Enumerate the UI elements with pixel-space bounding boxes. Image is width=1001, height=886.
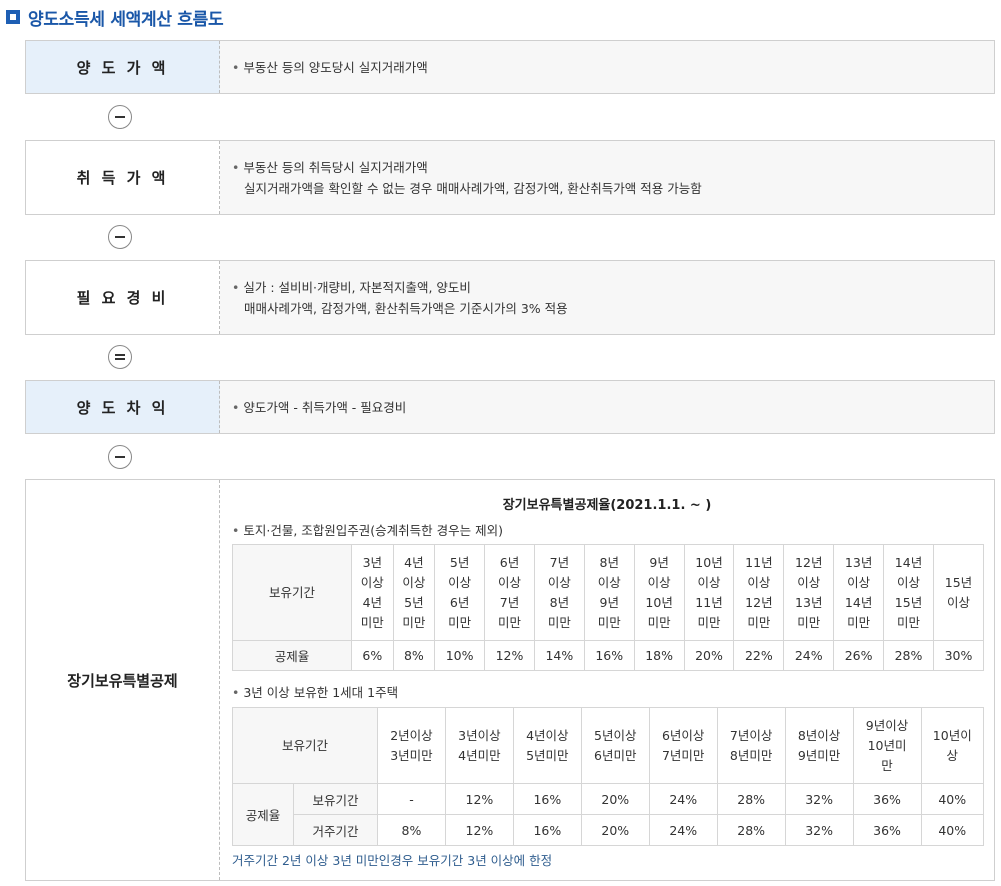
- minus-operator-icon: [108, 225, 132, 249]
- period-cell: 10년 이상 11년 미만: [683, 544, 735, 641]
- period-cell: 12년 이상 13년 미만: [783, 544, 835, 641]
- description-line: 양도가액 - 취득가액 - 필요경비: [232, 397, 994, 418]
- flow-label: 양 도 가 액: [26, 41, 220, 93]
- general-rate-table: 보유기간 3년 이상 4년 미만 4년 이상 5년 미만 5년 이상 6년 미만 6년 이상 7년 미만…: [232, 544, 985, 671]
- period-cell: 13년 이상 14년 미만: [833, 544, 885, 641]
- flow-label: 필 요 경 비: [26, 261, 220, 334]
- flow-label: 장기보유특별공제: [26, 480, 220, 880]
- description-line: 매매사례가액, 감정가액, 환산취득가액은 기준시가의 3% 적용: [244, 300, 568, 316]
- rate-cell: -: [377, 783, 446, 815]
- rate-cell: 24%: [648, 814, 718, 846]
- rate-cell: 36%: [852, 814, 922, 846]
- flow-description: 부동산 등의 취득당시 실지거래가액 실지거래가액을 확인할 수 없는 경우 매…: [220, 141, 994, 214]
- deduction-note: 거주기간 2년 이상 3년 미만인경우 보유기간 3년 이상에 한정: [232, 853, 553, 868]
- flow-box-transfer-price: 양 도 가 액 부동산 등의 양도당시 실지거래가액: [25, 40, 995, 94]
- rate-cell: 32%: [784, 783, 854, 815]
- period-cell: 8년이상9년미만: [583, 544, 635, 641]
- rate-header: 공제율: [232, 640, 352, 671]
- period-cell: 4년이상5년미만: [392, 544, 436, 641]
- residence-period-label: 거주기간: [293, 814, 378, 846]
- rate-cell: 16%: [512, 783, 582, 815]
- rate-cell: 8%: [392, 640, 436, 671]
- description-line: 부동산 등의 취득당시 실지거래가액: [232, 157, 994, 178]
- period-cell: 7년이상8년미만: [533, 544, 585, 641]
- period-cell: 11년 이상 12년 미만: [733, 544, 785, 641]
- rate-header: 공제율: [232, 783, 294, 846]
- rate-cell: 12%: [484, 640, 535, 671]
- rate-cell: 8%: [377, 814, 446, 846]
- rate-cell: 20%: [580, 814, 650, 846]
- rate-cell: 26%: [833, 640, 885, 671]
- minus-operator-icon: [108, 105, 132, 129]
- flow-label: 취 득 가 액: [26, 141, 220, 214]
- period-cell: 2년이상 3년미만: [377, 707, 446, 784]
- rate-cell: 16%: [512, 814, 582, 846]
- flow-description: 부동산 등의 양도당시 실지거래가액: [220, 41, 994, 93]
- square-bullet-icon: [6, 10, 20, 24]
- flow-box-transfer-gain: 양 도 차 익 양도가액 - 취득가액 - 필요경비: [25, 380, 995, 434]
- period-cell: 6년이상7년미만: [648, 707, 718, 784]
- one-house-rate-table: 보유기간 2년이상 3년미만 3년이상 4년미만 4년이상 5년미만 5년이상 6년미만…: [232, 707, 984, 846]
- section-heading: 토지·건물, 조합원입주권(승계취득한 경우는 제외): [232, 520, 503, 539]
- description-line: 실지거래가액을 확인할 수 없는 경우 매매사례가액, 감정가액, 환산취득가액…: [244, 180, 702, 196]
- rate-cell: 16%: [583, 640, 635, 671]
- rate-cell: 40%: [920, 783, 984, 815]
- period-cell: 15년 이상: [932, 544, 985, 641]
- page-title-row: 양도소득세 세액계산 흐름도: [6, 4, 224, 30]
- rate-cell: 22%: [733, 640, 785, 671]
- rate-cell: 24%: [648, 783, 718, 815]
- rate-cell: 12%: [444, 783, 514, 815]
- rate-cell: 14%: [533, 640, 585, 671]
- rate-cell: 36%: [852, 783, 922, 815]
- rate-cell: 28%: [716, 814, 786, 846]
- flow-label: 양 도 차 익: [26, 381, 220, 433]
- period-header: 보유기간: [232, 544, 352, 641]
- deduction-content: 장기보유특별공제율(2021.1.1. ~ ) 토지·건물, 조합원입주권(승계…: [220, 480, 994, 880]
- description-line: 실가 : 설비비·개량비, 자본적지출액, 양도비: [232, 277, 994, 298]
- period-cell: 5년이상6년미만: [434, 544, 486, 641]
- period-cell: 4년이상5년미만: [512, 707, 582, 784]
- flow-box-acquisition-price: 취 득 가 액 부동산 등의 취득당시 실지거래가액 실지거래가액을 확인할 수…: [25, 140, 995, 215]
- section-heading: 3년 이상 보유한 1세대 1주택: [232, 682, 398, 701]
- rate-cell: 12%: [444, 814, 514, 846]
- period-cell: 10년이 상: [920, 707, 984, 784]
- period-cell: 14년 이상 15년 미만: [883, 544, 934, 641]
- rate-cell: 10%: [434, 640, 486, 671]
- equals-operator-icon: [108, 345, 132, 369]
- holding-period-label: 보유기간: [293, 783, 378, 815]
- period-cell: 3년이상4년미만: [351, 544, 394, 641]
- period-cell: 3년이상4년미만: [444, 707, 514, 784]
- description-line: 부동산 등의 양도당시 실지거래가액: [232, 57, 994, 78]
- period-cell: 9년이상10년미만: [633, 544, 685, 641]
- period-cell: 9년이상10년미만: [852, 707, 922, 784]
- flow-box-necessary-expenses: 필 요 경 비 실가 : 설비비·개량비, 자본적지출액, 양도비 매매사례가액…: [25, 260, 995, 335]
- flow-box-long-term-deduction: 장기보유특별공제 장기보유특별공제율(2021.1.1. ~ ) 토지·건물, …: [25, 479, 995, 881]
- period-cell: 6년이상7년미만: [484, 544, 535, 641]
- page-title: 양도소득세 세액계산 흐름도: [28, 9, 224, 30]
- period-cell: 5년이상6년미만: [580, 707, 650, 784]
- period-cell: 7년이상8년미만: [716, 707, 786, 784]
- rate-cell: 28%: [883, 640, 934, 671]
- flow-description: 양도가액 - 취득가액 - 필요경비: [220, 381, 994, 433]
- minus-operator-icon: [108, 445, 132, 469]
- rate-cell: 20%: [683, 640, 735, 671]
- rate-cell: 40%: [920, 814, 984, 846]
- rate-cell: 24%: [783, 640, 835, 671]
- period-cell: 8년이상9년미만: [784, 707, 854, 784]
- rate-cell: 18%: [633, 640, 685, 671]
- rate-cell: 30%: [932, 640, 985, 671]
- rate-cell: 20%: [580, 783, 650, 815]
- rate-cell: 6%: [351, 640, 394, 671]
- period-header: 보유기간: [232, 707, 378, 784]
- rate-cell: 32%: [784, 814, 854, 846]
- rate-cell: 28%: [716, 783, 786, 815]
- rate-table-title: 장기보유특별공제율(2021.1.1. ~ ): [502, 498, 712, 513]
- flow-description: 실가 : 설비비·개량비, 자본적지출액, 양도비 매매사례가액, 감정가액, …: [220, 261, 994, 334]
